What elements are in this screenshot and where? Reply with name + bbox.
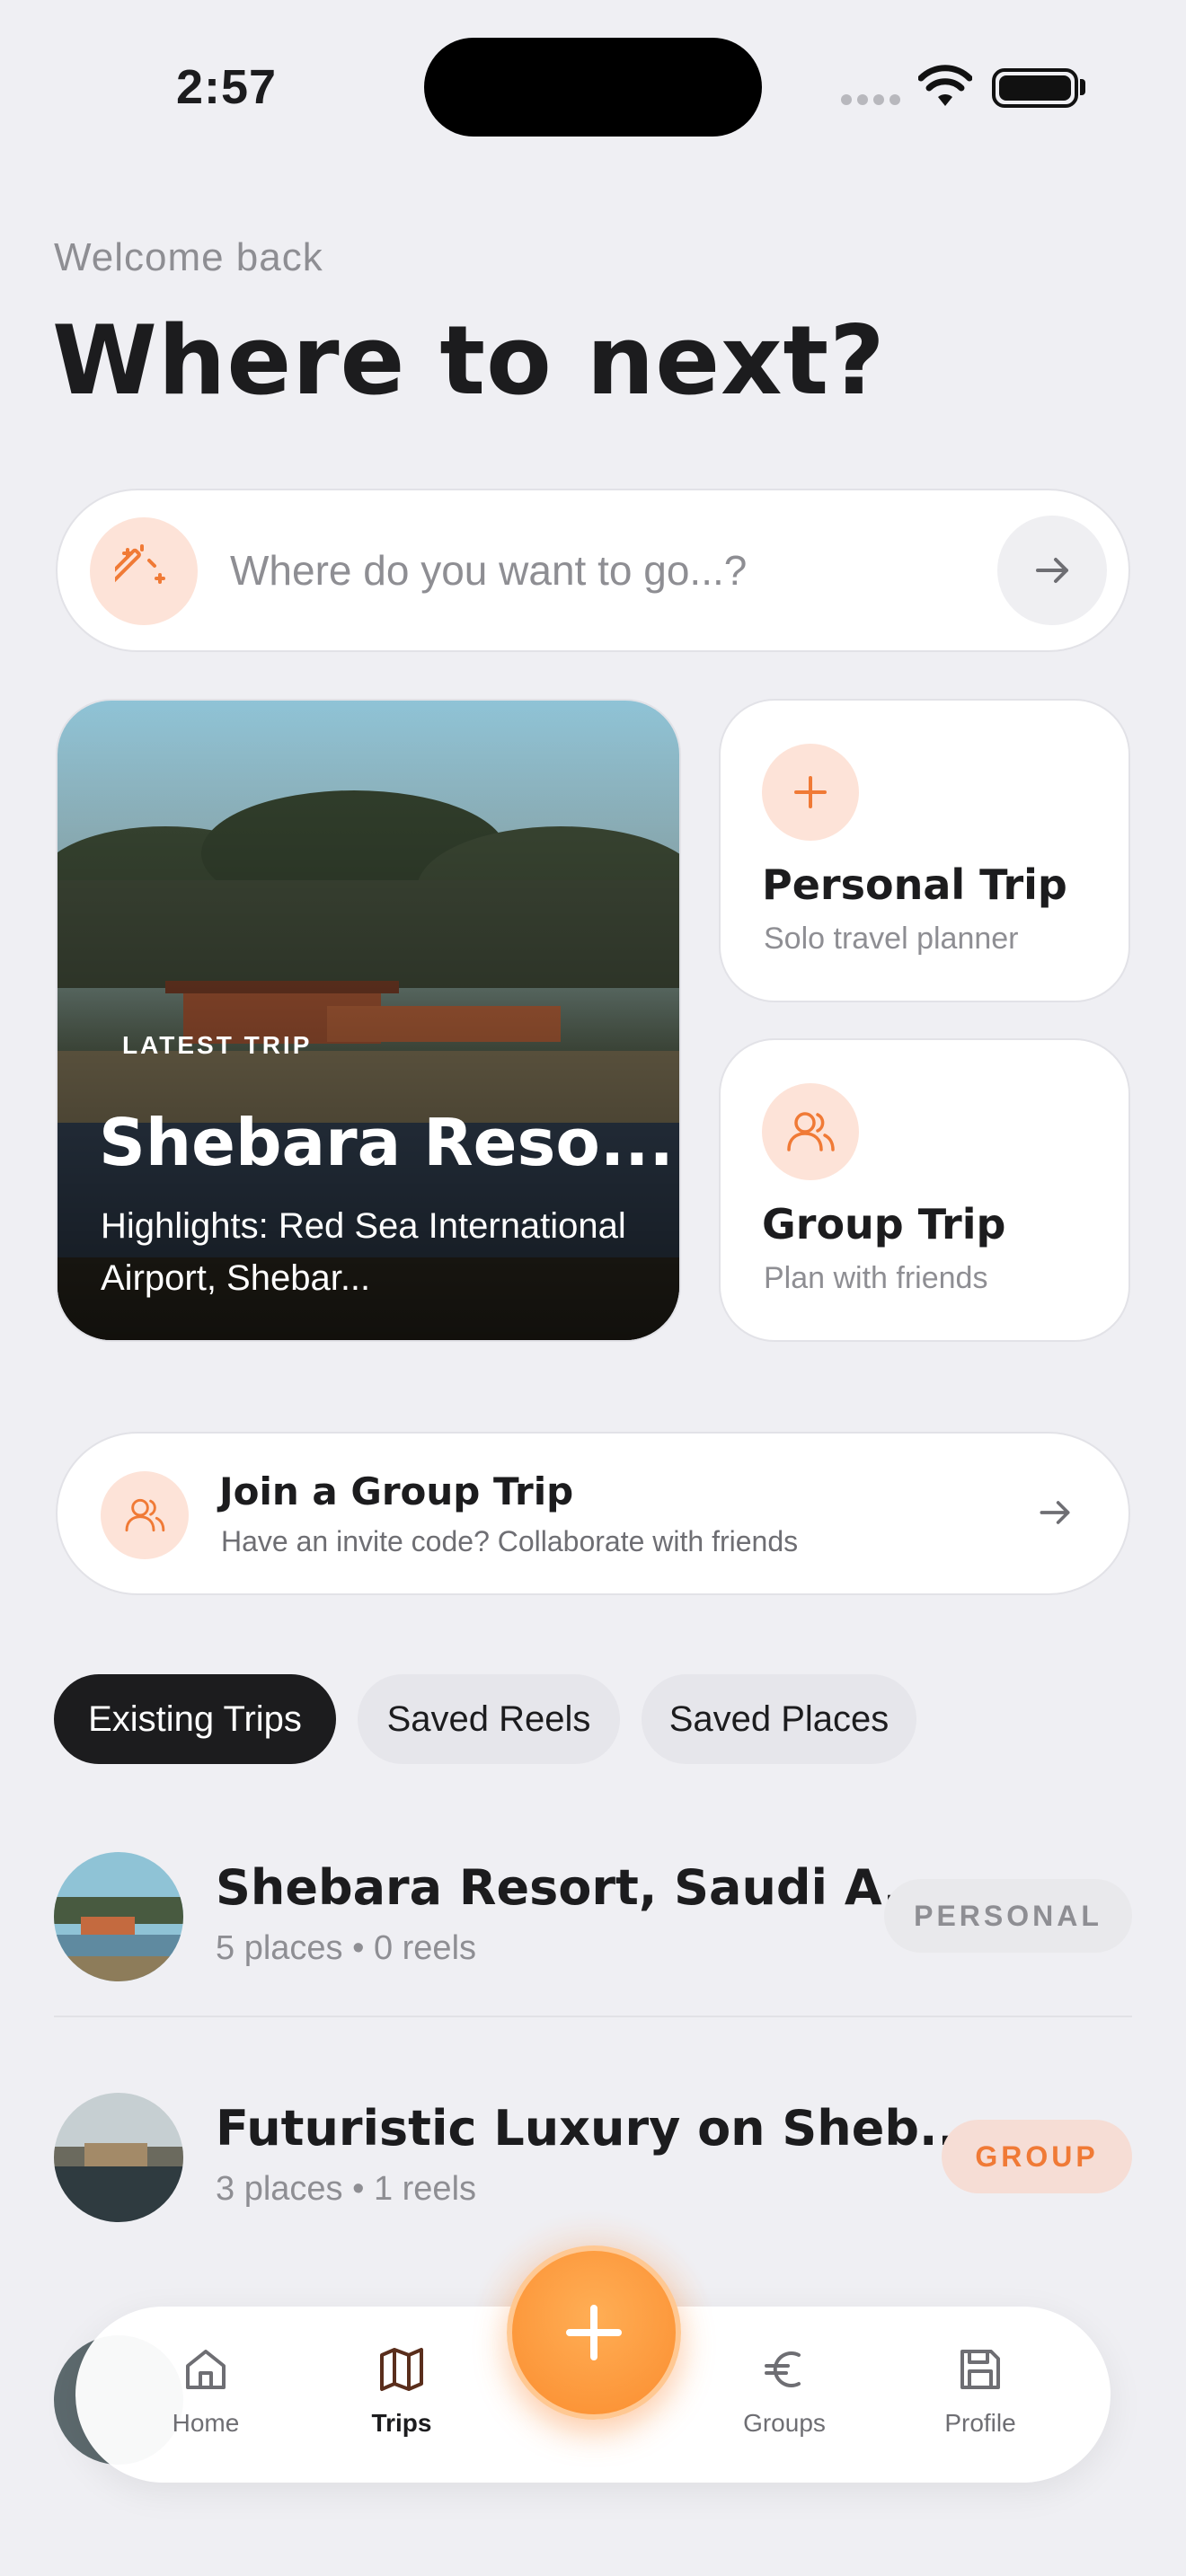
users-icon [762,1083,859,1180]
cellular-signal-icon [841,93,906,110]
tab-saved-places[interactable]: Saved Places [642,1674,916,1764]
search-input[interactable]: Where do you want to go...? [230,546,747,595]
map-icon [380,2348,423,2391]
trip-meta: 5 places • 0 reels [216,1929,477,1967]
arrow-right-icon [1035,1493,1075,1537]
latest-trip-name: Shebara Reso... [99,1105,674,1180]
trip-name[interactable]: Futuristic Luxury on Sheb... [216,2100,975,2157]
status-time: 2:57 [176,60,278,114]
create-trip-fab[interactable] [507,2245,681,2420]
latest-trip-highlights: Highlights: Red Sea International Airpor… [101,1206,626,1298]
battery-icon [992,68,1078,108]
dynamic-island [424,38,762,137]
latest-trip-card[interactable]: LATEST TRIP Shebara Reso... Highlights: … [56,699,681,1342]
trip-meta: 3 places • 1 reels [216,2170,477,2208]
welcome-text: Welcome back [54,235,323,279]
nav-trips[interactable]: Trips [325,2344,478,2438]
join-subtitle: Have an invite code? Collaborate with fr… [221,1525,799,1557]
trip-avatar[interactable] [54,1852,183,1981]
nav-home-label: Home [172,2409,240,2437]
personal-trip-card[interactable]: Personal Trip Solo travel planner [719,699,1130,1002]
magic-wand-icon [90,517,198,625]
users-icon [101,1471,189,1559]
trip-type-badge: GROUP [942,2120,1132,2193]
tab-saved-reels[interactable]: Saved Reels [358,1674,620,1764]
plus-icon [762,744,859,841]
join-group-trip-button[interactable]: Join a Group Trip Have an invite code? C… [56,1432,1130,1595]
personal-trip-title: Personal Trip [762,860,1067,909]
nav-groups-label: Groups [743,2409,826,2437]
group-trip-subtitle: Plan with friends [764,1261,988,1295]
join-title: Join a Group Trip [219,1469,574,1513]
page-title: Where to next? [52,305,886,416]
euro-icon [765,2351,801,2387]
divider [54,2016,1132,2017]
nav-profile-label: Profile [944,2409,1016,2437]
tab-existing-trips[interactable]: Existing Trips [54,1674,336,1764]
search-bar[interactable]: Where do you want to go...? [56,489,1130,652]
search-submit-button[interactable] [997,516,1107,625]
nav-home[interactable]: Home [129,2344,282,2438]
latest-trip-badge: LATEST TRIP [122,1031,313,1059]
group-trip-title: Group Trip [762,1200,1006,1248]
nav-trips-label: Trips [371,2409,432,2437]
trip-name[interactable]: Shebara Resort, Saudi A... [216,1859,938,1916]
nav-groups[interactable]: Groups [708,2344,861,2438]
arrow-right-icon [1036,558,1068,583]
home-icon [186,2350,226,2389]
plus-icon [566,2305,622,2360]
personal-trip-subtitle: Solo travel planner [764,922,1019,956]
trip-avatar[interactable] [54,2093,183,2222]
battery-cap [1080,79,1085,95]
trip-type-badge: PERSONAL [884,1879,1132,1953]
nav-profile[interactable]: Profile [904,2344,1057,2438]
save-icon [960,2350,1000,2389]
group-trip-card[interactable]: Group Trip Plan with friends [719,1038,1130,1342]
wifi-icon [917,65,973,114]
